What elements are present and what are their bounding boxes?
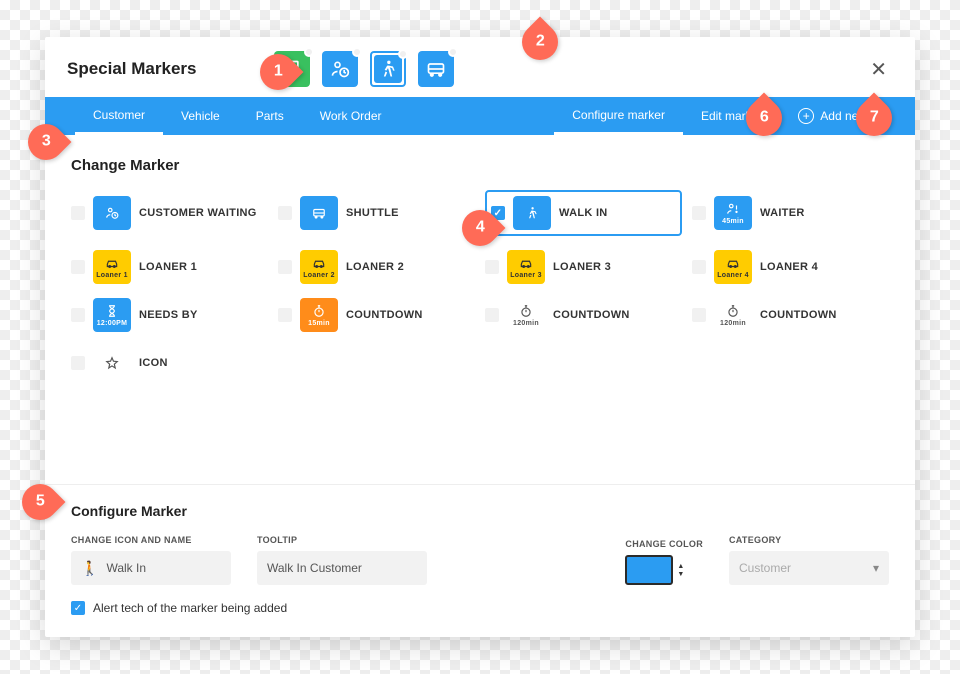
checkbox[interactable] (692, 260, 706, 274)
walk-icon[interactable] (370, 51, 406, 87)
checkbox[interactable] (278, 308, 292, 322)
close-button[interactable]: ✕ (864, 53, 893, 86)
marker-option-loaner-2[interactable]: Loaner 2 LOANER 2 (278, 250, 475, 284)
add-new-label: Add new (820, 109, 867, 123)
marker-option-loaner-1[interactable]: Loaner 1 LOANER 1 (71, 250, 268, 284)
name-input[interactable]: 🚶 Walk In (71, 551, 231, 585)
checkbox[interactable] (485, 260, 499, 274)
change-marker-section: Change Marker CUSTOMER WAITING SHUTTLE ✓… (45, 135, 915, 484)
doc-icon[interactable] (274, 51, 310, 87)
star-icon (93, 346, 131, 380)
marker-label: LOANER 3 (553, 261, 611, 273)
checkbox[interactable] (278, 260, 292, 274)
checkbox[interactable]: ✓ (491, 206, 505, 220)
person-clock-icon[interactable] (322, 51, 358, 87)
marker-label: NEEDS BY (139, 309, 198, 321)
alert-label: Alert tech of the marker being added (93, 601, 287, 615)
name-value: Walk In (106, 561, 146, 575)
change-icon-label: CHANGE ICON AND NAME (71, 535, 231, 545)
plus-icon: + (798, 108, 814, 124)
tooltip-value: Walk In Customer (267, 561, 362, 575)
marker-option-needs-by[interactable]: 12:00PM NEEDS BY (71, 298, 268, 332)
car-icon: Loaner 2 (300, 250, 338, 284)
color-picker[interactable]: ▲▼ (625, 555, 703, 585)
category-label: CATEGORY (729, 535, 889, 545)
marker-label: CUSTOMER WAITING (139, 207, 257, 219)
add-new-button[interactable]: + Add new (780, 97, 885, 135)
chevron-down-icon: ▾ (873, 561, 879, 575)
car-icon: Loaner 4 (714, 250, 752, 284)
configure-marker-section: Configure Marker CHANGE ICON AND NAME 🚶 … (45, 485, 915, 637)
marker-label: LOANER 4 (760, 261, 818, 273)
marker-option-walk-in[interactable]: ✓ WALK IN (485, 190, 682, 236)
change-marker-heading: Change Marker (71, 157, 889, 174)
bus-icon (300, 196, 338, 230)
stopwatch-icon: 120min (714, 298, 752, 332)
tooltip-input[interactable]: Walk In Customer (257, 551, 427, 585)
alert-checkbox[interactable]: ✓ (71, 601, 85, 615)
walk-icon: 🚶 (81, 560, 98, 577)
bus-icon[interactable] (418, 51, 454, 87)
marker-label: SHUTTLE (346, 207, 399, 219)
person-clock-icon (93, 196, 131, 230)
configure-heading: Configure Marker (71, 503, 889, 519)
walk-icon (513, 196, 551, 230)
checkbox[interactable] (692, 206, 706, 220)
marker-label: COUNTDOWN (760, 309, 837, 321)
car-icon: Loaner 3 (507, 250, 545, 284)
marker-option-countdown[interactable]: 120min COUNTDOWN (485, 298, 682, 332)
marker-label: WALK IN (559, 207, 608, 219)
marker-option-loaner-4[interactable]: Loaner 4 LOANER 4 (692, 250, 889, 284)
marker-label: WAITER (760, 207, 805, 219)
marker-option-waiter[interactable]: 45min WAITER (692, 190, 889, 236)
marker-option-icon[interactable]: ICON (71, 346, 268, 380)
checkbox[interactable] (278, 206, 292, 220)
marker-label: LOANER 2 (346, 261, 404, 273)
hourglass-icon: 12:00PM (93, 298, 131, 332)
marker-option-customer-waiting[interactable]: CUSTOMER WAITING (71, 190, 268, 236)
checkbox[interactable] (692, 308, 706, 322)
checkbox[interactable] (71, 206, 85, 220)
marker-label: LOANER 1 (139, 261, 197, 273)
tooltip-label: TOOLTIP (257, 535, 427, 545)
checkbox[interactable] (71, 260, 85, 274)
special-markers-modal: Special Markers ✕ CustomerVehiclePartsWo… (45, 37, 915, 637)
marker-label: ICON (139, 357, 168, 369)
category-value: Customer (739, 561, 791, 575)
stopwatch-icon: 15min (300, 298, 338, 332)
marker-option-shuttle[interactable]: SHUTTLE (278, 190, 475, 236)
color-label: CHANGE COLOR (625, 539, 703, 549)
marker-label: COUNTDOWN (553, 309, 630, 321)
checkbox[interactable] (71, 308, 85, 322)
checkbox[interactable] (485, 308, 499, 322)
marker-option-countdown[interactable]: 15min COUNTDOWN (278, 298, 475, 332)
marker-option-countdown[interactable]: 120min COUNTDOWN (692, 298, 889, 332)
tab-customer[interactable]: Customer (75, 97, 163, 135)
tab-work-order[interactable]: Work Order (302, 97, 400, 135)
marker-option-loaner-3[interactable]: Loaner 3 LOANER 3 (485, 250, 682, 284)
modal-header: Special Markers ✕ (45, 37, 915, 97)
tab-edit-marker[interactable]: Edit marker (683, 97, 780, 135)
marker-label: COUNTDOWN (346, 309, 423, 321)
tab-parts[interactable]: Parts (238, 97, 302, 135)
person-alert-icon: 45min (714, 196, 752, 230)
checkbox[interactable] (71, 356, 85, 370)
category-select[interactable]: Customer ▾ (729, 551, 889, 585)
tab-vehicle[interactable]: Vehicle (163, 97, 238, 135)
tab-configure-marker[interactable]: Configure marker (554, 97, 683, 135)
modal-title: Special Markers (67, 59, 196, 79)
tab-bar: CustomerVehiclePartsWork Order Configure… (45, 97, 915, 135)
stopwatch-icon: 120min (507, 298, 545, 332)
car-icon: Loaner 1 (93, 250, 131, 284)
color-swatch (625, 555, 673, 585)
stepper-icon: ▲▼ (677, 563, 684, 578)
